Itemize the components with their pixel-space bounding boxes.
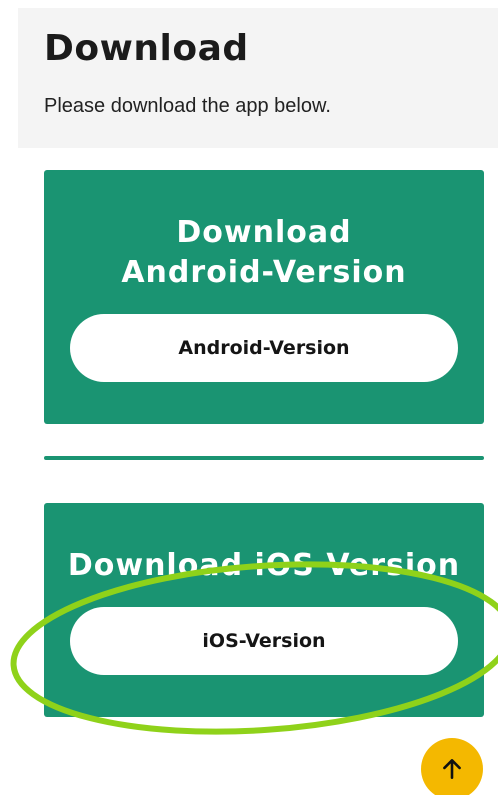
android-card-heading: Download Android-Version xyxy=(121,215,407,290)
scroll-to-top-button[interactable] xyxy=(421,738,483,795)
ios-download-card: Download iOS Version iOS-Version xyxy=(44,503,484,717)
arrow-up-icon xyxy=(443,759,461,779)
download-header: Download Please download the app below. xyxy=(18,8,498,148)
card-divider-strip xyxy=(44,456,484,460)
ios-version-button[interactable]: iOS-Version xyxy=(70,607,458,675)
page: Download Please download the app below. … xyxy=(0,0,498,795)
page-title: Download xyxy=(44,28,249,69)
ios-card-heading: Download iOS Version xyxy=(67,548,461,583)
android-download-card: Download Android-Version Android-Version xyxy=(44,170,484,424)
android-version-button[interactable]: Android-Version xyxy=(70,314,458,382)
page-subtitle: Please download the app below. xyxy=(44,95,331,117)
